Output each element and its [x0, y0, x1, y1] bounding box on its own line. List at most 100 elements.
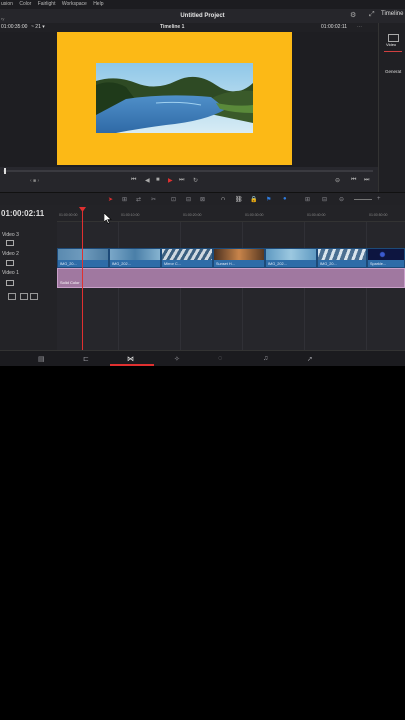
scrub-bar[interactable] — [3, 170, 373, 172]
next-edit-icon[interactable]: ⏭ — [364, 177, 369, 184]
clip-thumbnail — [266, 249, 316, 260]
river-image — [96, 63, 253, 133]
menu-item-workspace[interactable]: Workspace — [62, 1, 87, 7]
ruler-tick: 01:00:30:00 — [245, 213, 264, 217]
timeline-name[interactable]: Timeline 1 — [160, 23, 184, 32]
clip-label: Sunset H... — [216, 262, 235, 266]
scrub-handle[interactable] — [4, 168, 6, 174]
ruler-tick: 01:00:40:00 — [307, 213, 326, 217]
timeline-timecode: 01:00:02:11 — [1, 209, 45, 218]
expand-icon[interactable]: ⤢ — [369, 11, 375, 19]
ruler-tick: 01:00:10:00 — [121, 213, 140, 217]
color-icon[interactable]: ◌ — [218, 355, 222, 362]
zoom-detail-icon[interactable]: ⊟ — [322, 196, 327, 203]
clip-thumbnail — [368, 249, 404, 260]
options-icon[interactable]: ⋯ — [357, 23, 362, 32]
playhead[interactable] — [82, 210, 83, 350]
clip[interactable]: Sparkle... — [367, 248, 405, 268]
mute-icon[interactable] — [30, 293, 38, 300]
ruler-tick: 01:00:00:00 — [59, 213, 78, 217]
menu-item-fairlight[interactable]: Fairlight — [38, 1, 56, 7]
dynamic-trim-icon[interactable]: ⇄ — [136, 196, 141, 203]
loop-icon[interactable]: ↻ — [193, 177, 198, 184]
selection-tool-icon[interactable]: ➤ — [108, 196, 113, 203]
solo-icon[interactable] — [20, 293, 28, 300]
timeline-toolbar: ➤ ⊞ ⇄ ✂ ⊡ ⊟ ⊠ ∩ ⛓ 🔒 ⚑ ● ⊞ ⊟ ⊖ + — [0, 192, 405, 206]
tab-underline — [384, 51, 402, 52]
edit-icon[interactable]: ⋈ — [127, 355, 134, 363]
clip-label: IMG_202... — [268, 262, 287, 266]
stop-icon[interactable]: ■ — [156, 177, 160, 183]
reverse-icon[interactable]: ◀ — [145, 177, 150, 184]
clip-label: Mirror C... — [164, 262, 181, 266]
zoom-slider[interactable] — [354, 199, 372, 200]
resolve-app: usion Color Fairlight Workspace Help Unt… — [0, 0, 405, 366]
blade-tool-icon[interactable]: ✂ — [151, 196, 156, 203]
fusion-icon[interactable]: ✧ — [174, 355, 180, 363]
zoom-in-icon[interactable]: + — [377, 196, 381, 202]
jog-icon[interactable]: ‹ ■ › — [30, 178, 39, 184]
zoom-select[interactable]: ~ 21 ▾ — [31, 23, 45, 32]
effects-panel: Video Generat — [378, 23, 405, 193]
zoom-out-icon[interactable]: ⊖ — [339, 196, 344, 203]
solid-color-clip[interactable]: Solid Color — [57, 268, 405, 288]
clip-label: Sparkle... — [370, 262, 387, 266]
track-label-v3: Video 3 — [2, 232, 19, 238]
match-frame-icon[interactable]: ⊖ — [335, 177, 340, 184]
track-v1-lock-icon[interactable] — [6, 280, 14, 286]
insert-icon[interactable]: ⊡ — [171, 196, 176, 203]
cursor-icon — [103, 212, 112, 224]
menu-item-fusion[interactable]: usion — [1, 1, 13, 7]
clip-thumbnail — [318, 249, 366, 260]
clip[interactable]: Sunset H... — [213, 248, 265, 268]
replace-icon[interactable]: ⊠ — [200, 196, 205, 203]
clip[interactable]: IMG_202... — [109, 248, 161, 268]
settings-icon[interactable]: ⚙ — [350, 11, 356, 19]
menu-item-color[interactable]: Color — [19, 1, 31, 7]
audio-track-icon[interactable] — [8, 293, 16, 300]
lock-icon[interactable]: 🔒 — [250, 196, 257, 203]
left-timecode: 01:00:35:00 — [1, 24, 28, 30]
play-icon[interactable]: ▶ — [168, 177, 173, 184]
media-icon[interactable]: ▤ — [38, 355, 45, 363]
video-tab-label[interactable]: Video — [386, 42, 396, 47]
cut-icon[interactable]: ⊏ — [83, 355, 89, 363]
clip-label: IMG_202... — [112, 262, 131, 266]
generators-label[interactable]: Generat — [385, 69, 401, 74]
right-timecode: 01:00:02:11 — [321, 24, 348, 30]
solid-color-label: Solid Color — [60, 280, 80, 285]
panel-title-timeline[interactable]: Timeline — [381, 11, 403, 17]
mouse-cursor — [103, 211, 112, 229]
zoom-full-icon[interactable]: ⊞ — [305, 196, 310, 203]
video-track-2: IMG_20... IMG_202... Mirror C... Sunset … — [57, 248, 405, 268]
clip-label: IMG_20... — [320, 262, 337, 266]
clip[interactable]: IMG_20... — [317, 248, 367, 268]
deliver-icon[interactable]: ➚ — [307, 355, 313, 363]
track-v2-lock-icon[interactable] — [6, 260, 14, 266]
track-headers: 01:00:02:11 Video 3 Video 2 Video 1 — [0, 205, 58, 350]
flag-icon[interactable]: ⚑ — [266, 196, 271, 203]
ruler-tick: 01:00:50:00 — [369, 213, 388, 217]
menu-item-help[interactable]: Help — [93, 1, 103, 7]
last-frame-icon[interactable]: ⏭ — [179, 177, 184, 184]
trim-tool-icon[interactable]: ⊞ — [122, 196, 127, 203]
track-v3-lock-icon[interactable] — [6, 240, 14, 246]
clip-thumbnail — [58, 249, 108, 260]
clip[interactable]: IMG_20... — [57, 248, 109, 268]
prev-edit-icon[interactable]: ⏮ — [351, 177, 356, 184]
clip[interactable]: Mirror C... — [161, 248, 213, 268]
clip-thumbnail — [162, 249, 212, 260]
video-panel-icon[interactable] — [388, 34, 399, 42]
link-icon[interactable]: ⛓ — [235, 196, 243, 203]
overwrite-icon[interactable]: ⊟ — [186, 196, 191, 203]
snapping-icon[interactable]: ∩ — [221, 196, 225, 202]
river-image-svg — [96, 63, 253, 133]
transport-bar: ‹ ■ › ⏮ ◀ ■ ▶ ⏭ ↻ ⊖ ⏮ ⏭ — [0, 168, 378, 192]
active-page-indicator — [110, 364, 154, 366]
marker-icon[interactable]: ● — [283, 196, 287, 202]
clip[interactable]: IMG_202... — [265, 248, 317, 268]
track-label-v2: Video 2 — [2, 251, 19, 257]
fairlight-icon[interactable]: ♫ — [263, 355, 268, 362]
project-title: Untitled Project — [180, 13, 225, 19]
first-frame-icon[interactable]: ⏮ — [131, 177, 136, 184]
